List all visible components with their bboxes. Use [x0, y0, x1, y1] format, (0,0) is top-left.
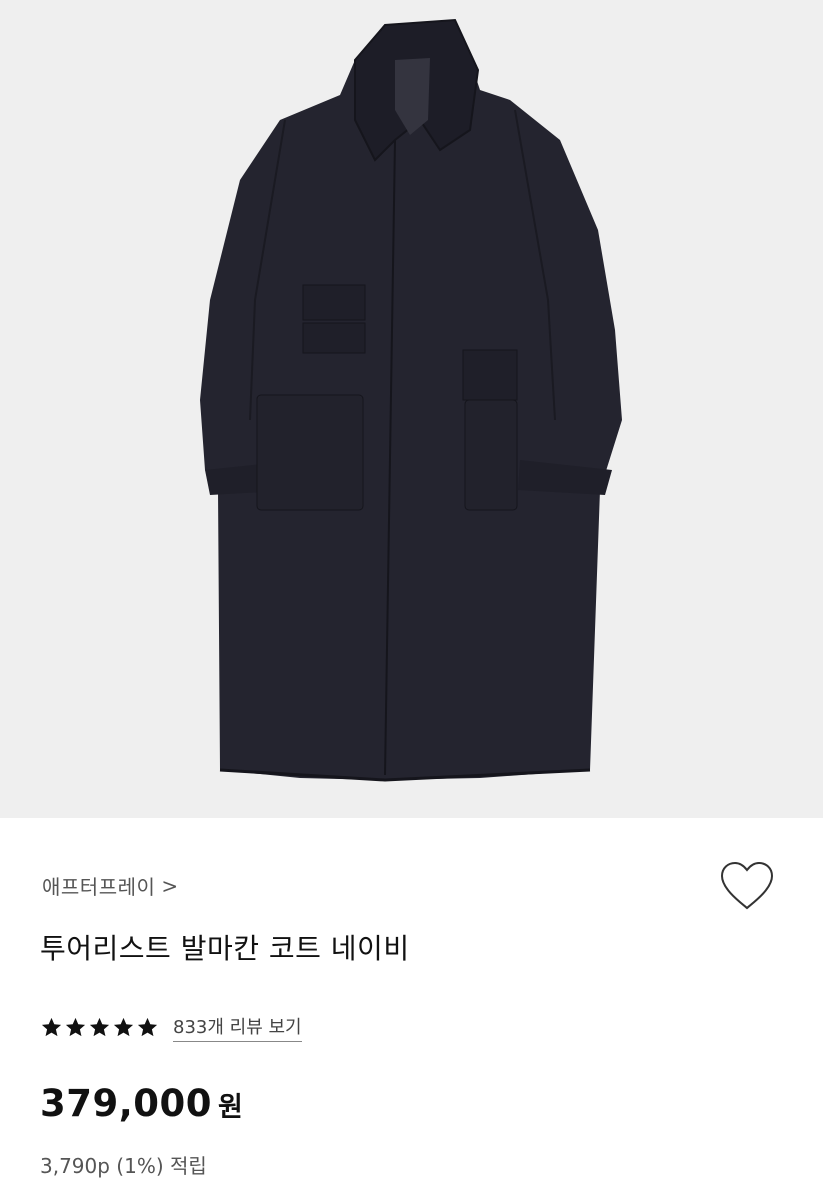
- rating-stars: [40, 1016, 159, 1039]
- price-amount: 379,000: [40, 1082, 213, 1125]
- heart-outline-icon: [720, 861, 774, 910]
- star-icon: [137, 1017, 158, 1037]
- coat-illustration: [200, 18, 622, 782]
- price-unit: 원: [218, 1092, 243, 1123]
- star-icon: [89, 1017, 110, 1037]
- review-link[interactable]: 833개 리뷰 보기: [173, 1013, 302, 1042]
- chevron-right-icon: >: [161, 873, 179, 898]
- rating-row: 833개 리뷰 보기: [40, 1013, 302, 1042]
- star-icon: [113, 1017, 134, 1037]
- price: 379,000 원: [40, 1082, 243, 1125]
- star-icon: [65, 1017, 86, 1037]
- brand-link[interactable]: 애프터프레이 >: [42, 871, 179, 900]
- product-title: 투어리스트 발마칸 코트 네이비: [40, 932, 410, 965]
- reward-points: 3,790p (1%) 적립: [40, 1154, 207, 1178]
- star-icon: [41, 1017, 62, 1037]
- brand-name: 애프터프레이: [42, 875, 156, 899]
- product-image[interactable]: [0, 0, 823, 818]
- wishlist-button[interactable]: [718, 860, 776, 912]
